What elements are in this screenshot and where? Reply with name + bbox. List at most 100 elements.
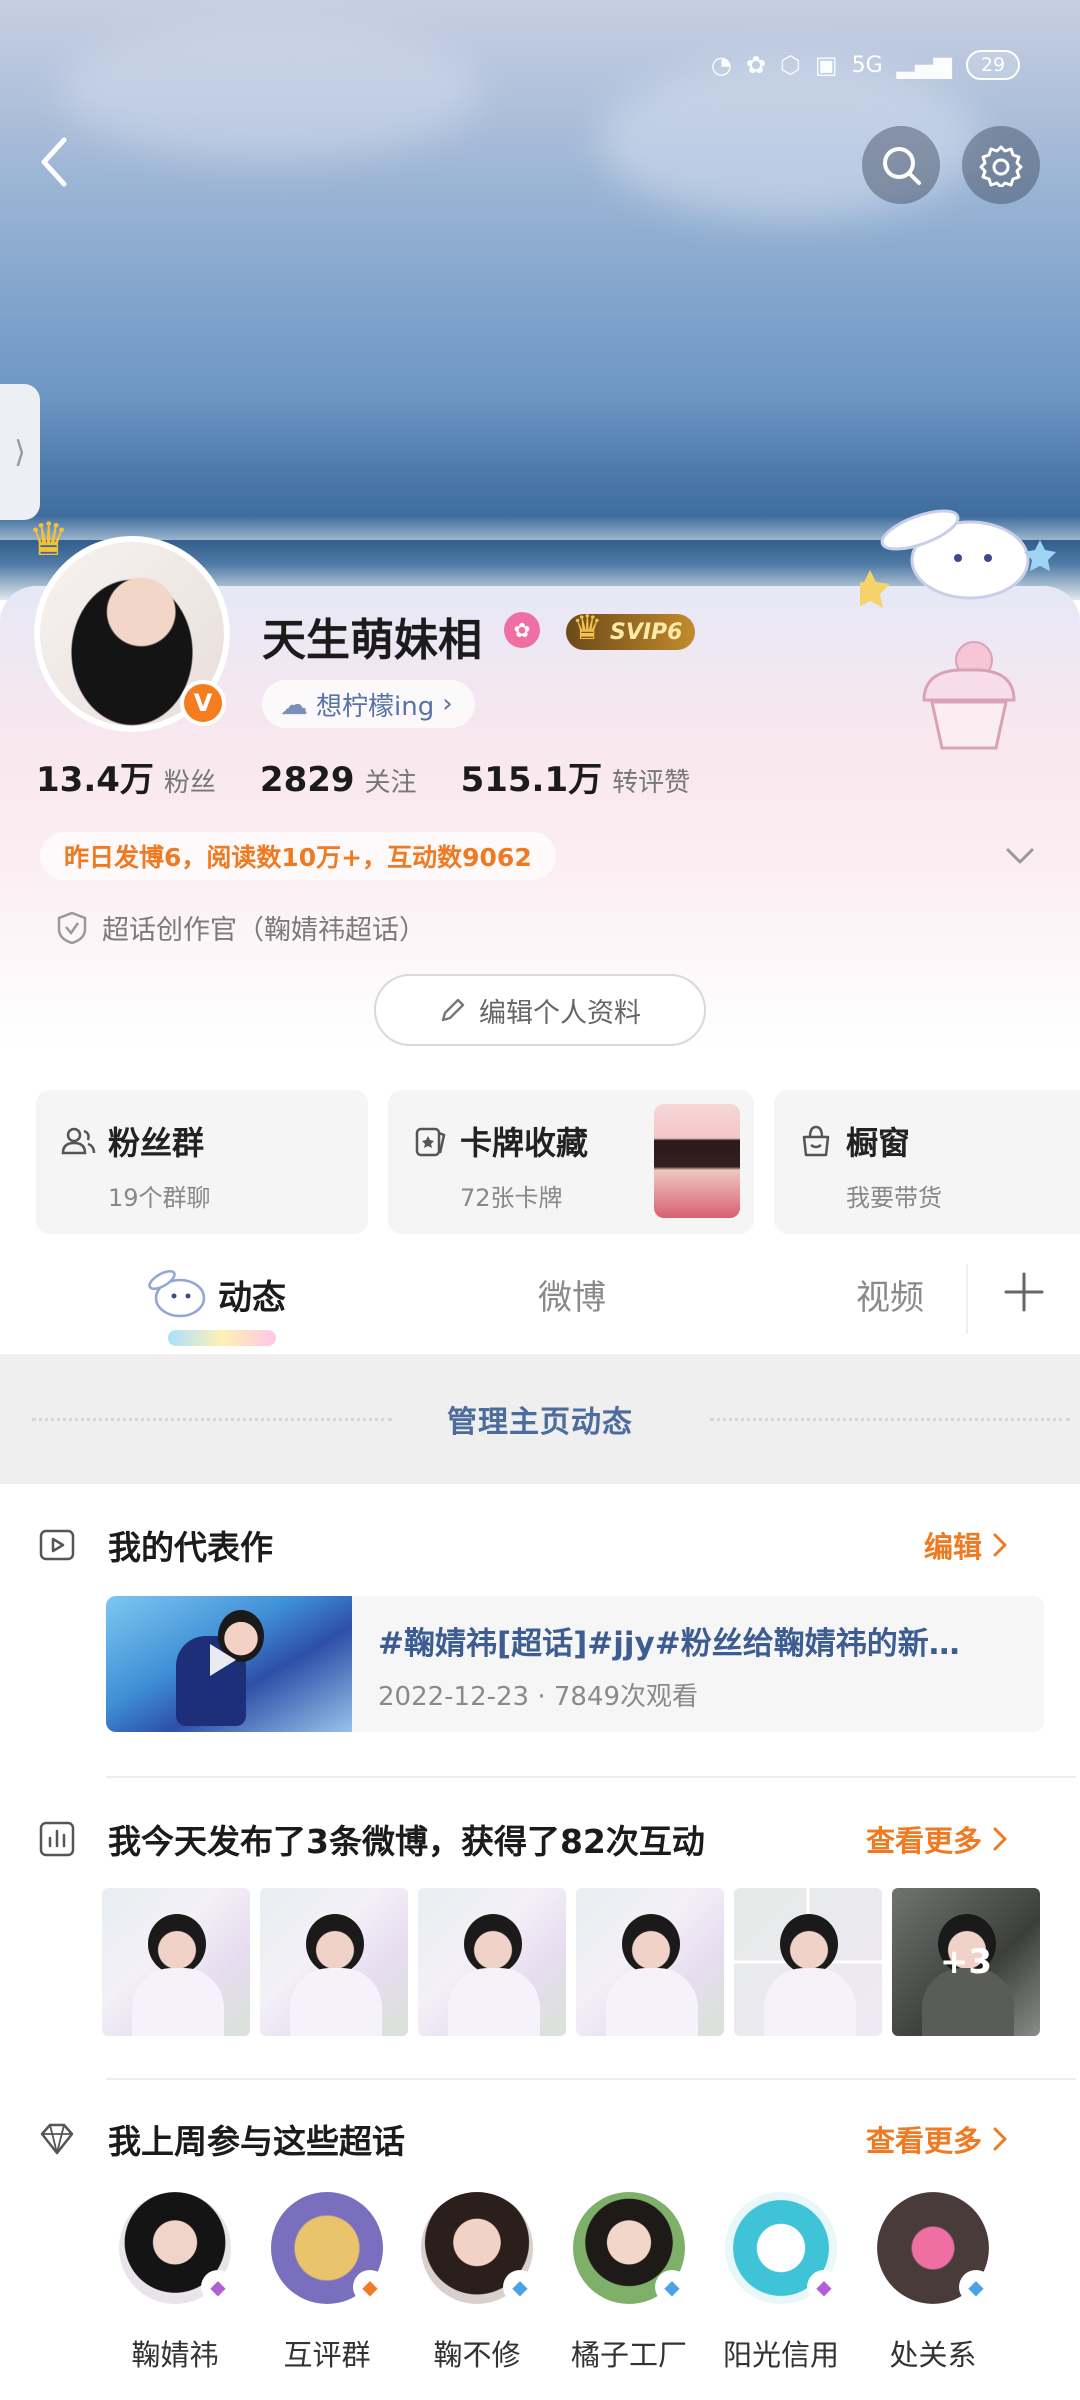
supertopic-item[interactable]: ◆ 处关系: [858, 2192, 1008, 2374]
tab-activity[interactable]: 动态: [218, 1270, 286, 1319]
manage-feed-button[interactable]: 管理主页动态: [0, 1354, 1080, 1484]
edit-profile-button[interactable]: 编辑个人资料: [374, 974, 706, 1046]
post-thumbnail[interactable]: [576, 1888, 724, 2036]
crown-icon: ♛: [28, 512, 70, 566]
cupcake-sticker-icon: [922, 641, 1016, 750]
topic-name: 互评群: [283, 2338, 371, 2372]
stat-following[interactable]: 2829 关注: [260, 760, 417, 800]
divider-left: [32, 1418, 392, 1421]
stat-label: 转评赞: [612, 768, 691, 798]
topic-name: 鞠婧祎: [131, 2338, 219, 2372]
bunny-mascot-icon: [148, 1270, 206, 1318]
gem-icon: ◆: [959, 2270, 993, 2304]
supertopic-item[interactable]: ◆ 互评群: [252, 2192, 402, 2374]
edit-representative-link[interactable]: 编辑: [924, 1524, 1042, 1566]
topic-avatar: ◆: [271, 2192, 387, 2304]
settings-button[interactable]: [962, 126, 1040, 204]
chevron-right-icon: [993, 1533, 1007, 1557]
fan-badge-icon[interactable]: ✿: [504, 612, 540, 648]
tab-active-indicator: [168, 1330, 276, 1346]
supertalk-role[interactable]: 超话创作官（鞠婧祎超话）: [56, 908, 426, 947]
chevron-right-icon: [993, 2127, 1007, 2151]
card-collection-title: 卡牌收藏: [460, 1124, 589, 1162]
post-thumbnail[interactable]: [734, 1888, 882, 2036]
tab-divider: [966, 1264, 968, 1334]
people-icon: [61, 1127, 96, 1155]
stat-followers[interactable]: 13.4万 粉丝: [36, 752, 216, 801]
supertopic-item[interactable]: ◆ 鞠婧祎: [100, 2192, 250, 2374]
network-label: 5G: [851, 52, 883, 78]
stat-value: 2829: [259, 760, 355, 800]
video-thumbnail: [106, 1596, 352, 1732]
vip-badge[interactable]: ♛ SVIP6: [566, 608, 695, 650]
section-divider: [106, 2078, 1076, 2080]
view-more-posts-link[interactable]: 查看更多: [866, 1818, 1042, 1860]
topic-avatar: ◆: [421, 2192, 537, 2304]
shield-status-icon: ⬡: [779, 51, 801, 79]
tab-video[interactable]: 视频: [856, 1270, 924, 1319]
tab-weibo[interactable]: 微博: [538, 1270, 606, 1319]
supertopic-item[interactable]: ◆ 鞠不修: [402, 2192, 552, 2374]
avatar[interactable]: ♛ V: [28, 512, 230, 732]
supertopics-section-header: 我上周参与这些超话 查看更多: [38, 2112, 1042, 2166]
topic-name: 处关系: [889, 2338, 977, 2372]
section-title: 我的代表作: [108, 1528, 273, 1567]
search-button[interactable]: [862, 126, 940, 204]
activity-notice[interactable]: 昨日发博6，阅读数10万+，互动数9062: [40, 832, 556, 880]
fan-group-card[interactable]: 粉丝群 19个群聊: [36, 1090, 368, 1234]
bunny-sticker-icon: [860, 509, 1056, 608]
play-icon: [210, 1644, 236, 1676]
representative-title: #鞠婧祎[超话]#jjy#粉丝给鞠婧祎的新…: [378, 1626, 960, 1662]
representative-section-header: 我的代表作 编辑: [38, 1518, 1042, 1572]
edit-profile-label: 编辑个人资料: [479, 997, 641, 1029]
topic-name: 阳光信用: [722, 2338, 839, 2372]
today-section-header: 我今天发布了3条微博，获得了82次互动 查看更多: [38, 1812, 1042, 1866]
signal-icon: ▂▄▆: [896, 51, 952, 79]
back-button[interactable]: [28, 132, 80, 192]
stat-label: 粉丝: [163, 768, 216, 798]
expand-button[interactable]: [1002, 838, 1038, 874]
post-thumbnail-more[interactable]: +3: [892, 1888, 1040, 2036]
link-label: 查看更多: [865, 2124, 982, 2158]
side-drawer-handle[interactable]: ⟩: [0, 384, 40, 520]
manage-feed-label: 管理主页动态: [447, 1405, 633, 1440]
section-title: 我上周参与这些超话: [108, 2122, 405, 2161]
video-icon: [39, 1529, 75, 1561]
profile-stats: 13.4万 粉丝 2829 关注 515.1万 转评赞: [36, 752, 734, 801]
profile-tabs: 动态 微博 视频: [0, 1240, 1080, 1354]
representative-item[interactable]: #鞠婧祎[超话]#jjy#粉丝给鞠婧祎的新… 2022-12-23 · 7849…: [106, 1596, 1044, 1732]
section-divider: [106, 1776, 1076, 1778]
post-thumbnails: +3: [102, 1888, 1040, 2036]
topic-avatar: ◆: [877, 2192, 993, 2304]
bag-icon: [802, 1125, 830, 1157]
topic-name: 橘子工厂: [570, 2338, 687, 2372]
card-thumbnail: [654, 1104, 740, 1218]
card-collection-card[interactable]: 卡牌收藏 72张卡牌: [388, 1090, 754, 1234]
fan-group-subtitle: 19个群聊: [108, 1184, 211, 1212]
post-thumbnail[interactable]: [260, 1888, 408, 2036]
diamond-icon: [40, 2123, 74, 2155]
supertopic-item[interactable]: ◆ 阳光信用: [706, 2192, 856, 2374]
post-thumbnail[interactable]: [102, 1888, 250, 2036]
card-icon: [415, 1127, 446, 1157]
gem-icon: ◆: [201, 2270, 235, 2304]
showcase-subtitle: 我要带货: [846, 1184, 942, 1212]
gem-icon: ◆: [655, 2270, 689, 2304]
chart-icon: [39, 1821, 75, 1857]
topic-avatar: ◆: [725, 2192, 841, 2304]
stat-engagement[interactable]: 515.1万 转评赞: [461, 752, 691, 801]
showcase-card[interactable]: 橱窗 我要带货: [774, 1090, 1080, 1234]
post-thumbnail[interactable]: [418, 1888, 566, 2036]
add-tab-button[interactable]: [1000, 1268, 1048, 1316]
section-title: 我今天发布了3条微博，获得了82次互动: [108, 1822, 705, 1861]
mood-status[interactable]: ☁ 想柠檬ing ›: [262, 680, 475, 728]
supertopic-item[interactable]: ◆ 橘子工厂: [554, 2192, 704, 2374]
status-bar: ◔ ✿ ⬡ ▣ 5G ▂▄▆ 29: [711, 50, 1020, 80]
view-more-topics-link[interactable]: 查看更多: [866, 2118, 1042, 2160]
profile-name: 天生萌妹相: [262, 615, 482, 666]
stat-value: 13.4万: [36, 760, 154, 800]
supertalk-role-label: 超话创作官（鞠婧祎超话）: [102, 915, 426, 946]
gem-icon: ◆: [503, 2270, 537, 2304]
vip-label: SVIP6: [610, 619, 683, 645]
link-label: 查看更多: [865, 1824, 982, 1858]
